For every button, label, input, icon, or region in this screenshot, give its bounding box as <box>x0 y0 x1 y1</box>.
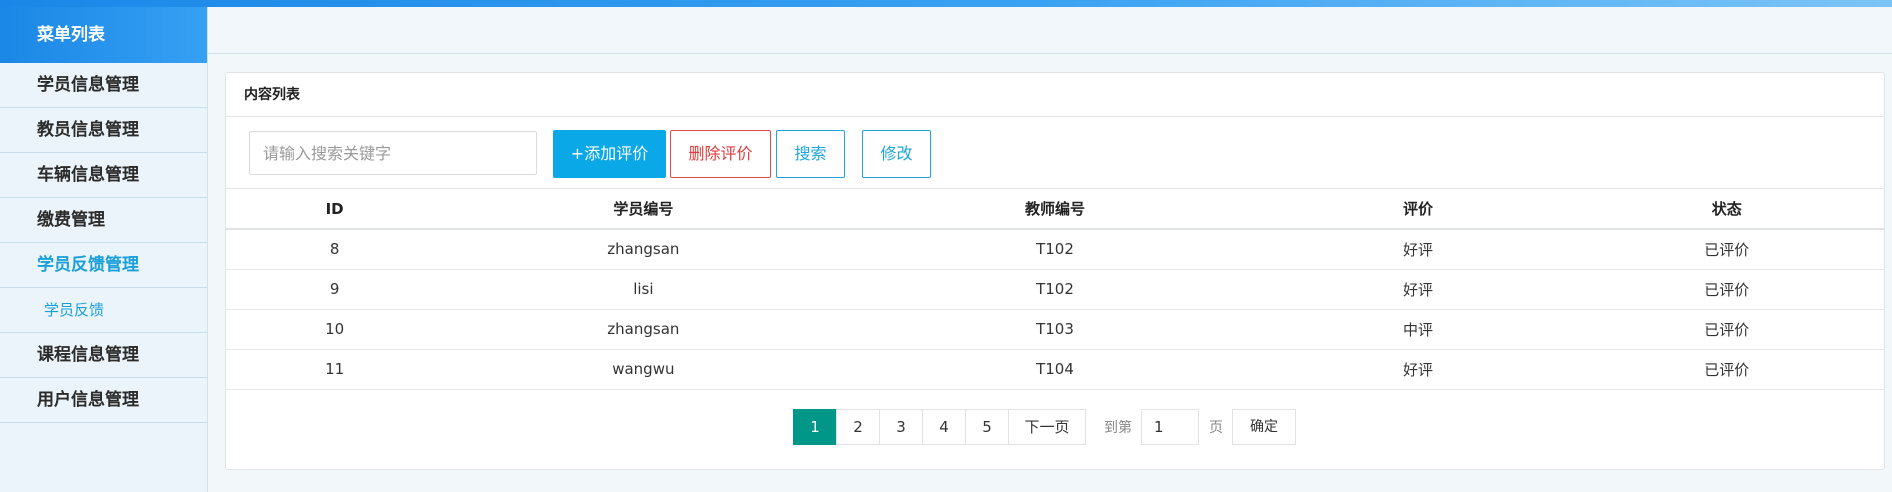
column-header-teacher-no: 教师编号 <box>843 189 1267 230</box>
delete-review-button[interactable]: 删除评价 <box>670 130 771 178</box>
cell-status: 已评价 <box>1569 349 1884 390</box>
sidebar-item-vehicle-info[interactable]: 车辆信息管理 <box>0 153 207 198</box>
cell-id: 9 <box>226 269 444 310</box>
cell-rating: 好评 <box>1266 229 1570 270</box>
page-button-4[interactable]: 4 <box>922 409 966 445</box>
cell-id: 11 <box>226 349 444 390</box>
goto-page-input[interactable] <box>1141 409 1199 445</box>
toolbar: +添加评价 删除评价 搜索 修改 <box>226 117 1884 189</box>
table-row[interactable]: 9 lisi T102 好评 已评价 <box>226 269 1884 310</box>
sidebar: 菜单列表 学员信息管理 教员信息管理 车辆信息管理 缴费管理 学员反馈管理 学员… <box>0 7 208 492</box>
sidebar-item-payment[interactable]: 缴费管理 <box>0 198 207 243</box>
feedback-table: ID 学员编号 教师编号 评价 状态 8 zhangsan T102 好评 已评… <box>226 189 1884 390</box>
cell-rating: 中评 <box>1266 309 1570 350</box>
edit-button[interactable]: 修改 <box>862 130 931 178</box>
pagination: 1 2 3 4 5 下一页 到第 页 确定 <box>793 409 1296 445</box>
sidebar-title: 菜单列表 <box>0 7 207 63</box>
cell-teacher-no: T102 <box>843 229 1267 270</box>
cell-status: 已评价 <box>1569 269 1884 310</box>
content-panel: 内容列表 +添加评价 删除评价 搜索 修改 ID 学员编号 教师编号 评价 状态… <box>225 72 1885 470</box>
page-button-5[interactable]: 5 <box>965 409 1009 445</box>
cell-teacher-no: T102 <box>843 269 1267 310</box>
cell-id: 8 <box>226 229 444 270</box>
search-input[interactable] <box>249 131 537 175</box>
column-header-id: ID <box>226 189 444 230</box>
page-button-1[interactable]: 1 <box>793 409 837 445</box>
add-review-button[interactable]: +添加评价 <box>553 130 666 178</box>
page-button-2[interactable]: 2 <box>836 409 880 445</box>
cell-rating: 好评 <box>1266 269 1570 310</box>
cell-teacher-no: T104 <box>843 349 1267 390</box>
header-bar <box>208 7 1892 54</box>
cell-student-no: zhangsan <box>443 229 844 270</box>
cell-status: 已评价 <box>1569 229 1884 270</box>
sidebar-item-course-info[interactable]: 课程信息管理 <box>0 333 207 378</box>
cell-id: 10 <box>226 309 444 350</box>
sidebar-item-teacher-info[interactable]: 教员信息管理 <box>0 108 207 153</box>
cell-rating: 好评 <box>1266 349 1570 390</box>
table-row[interactable]: 11 wangwu T104 好评 已评价 <box>226 349 1884 390</box>
sidebar-item-user-info[interactable]: 用户信息管理 <box>0 378 207 423</box>
table-row[interactable]: 10 zhangsan T103 中评 已评价 <box>226 309 1884 350</box>
goto-confirm-button[interactable]: 确定 <box>1232 409 1296 445</box>
column-header-status: 状态 <box>1569 189 1884 230</box>
next-page-button[interactable]: 下一页 <box>1008 409 1086 445</box>
page-button-3[interactable]: 3 <box>879 409 923 445</box>
cell-student-no: wangwu <box>443 349 844 390</box>
column-header-student-no: 学员编号 <box>443 189 844 230</box>
search-button[interactable]: 搜索 <box>776 130 845 178</box>
sidebar-subitem-student-feedback[interactable]: 学员反馈 <box>0 288 207 333</box>
panel-title: 内容列表 <box>226 73 1884 117</box>
table-header-row: ID 学员编号 教师编号 评价 状态 <box>226 189 1884 230</box>
cell-status: 已评价 <box>1569 309 1884 350</box>
sidebar-item-student-info[interactable]: 学员信息管理 <box>0 63 207 108</box>
page-unit-label: 页 <box>1209 420 1223 436</box>
cell-student-no: lisi <box>443 269 844 310</box>
cell-student-no: zhangsan <box>443 309 844 350</box>
column-header-rating: 评价 <box>1266 189 1570 230</box>
top-accent-bar <box>0 0 1892 7</box>
sidebar-item-student-feedback-mgmt[interactable]: 学员反馈管理 <box>0 243 207 288</box>
goto-label: 到第 <box>1104 420 1132 436</box>
cell-teacher-no: T103 <box>843 309 1267 350</box>
table-row[interactable]: 8 zhangsan T102 好评 已评价 <box>226 229 1884 270</box>
